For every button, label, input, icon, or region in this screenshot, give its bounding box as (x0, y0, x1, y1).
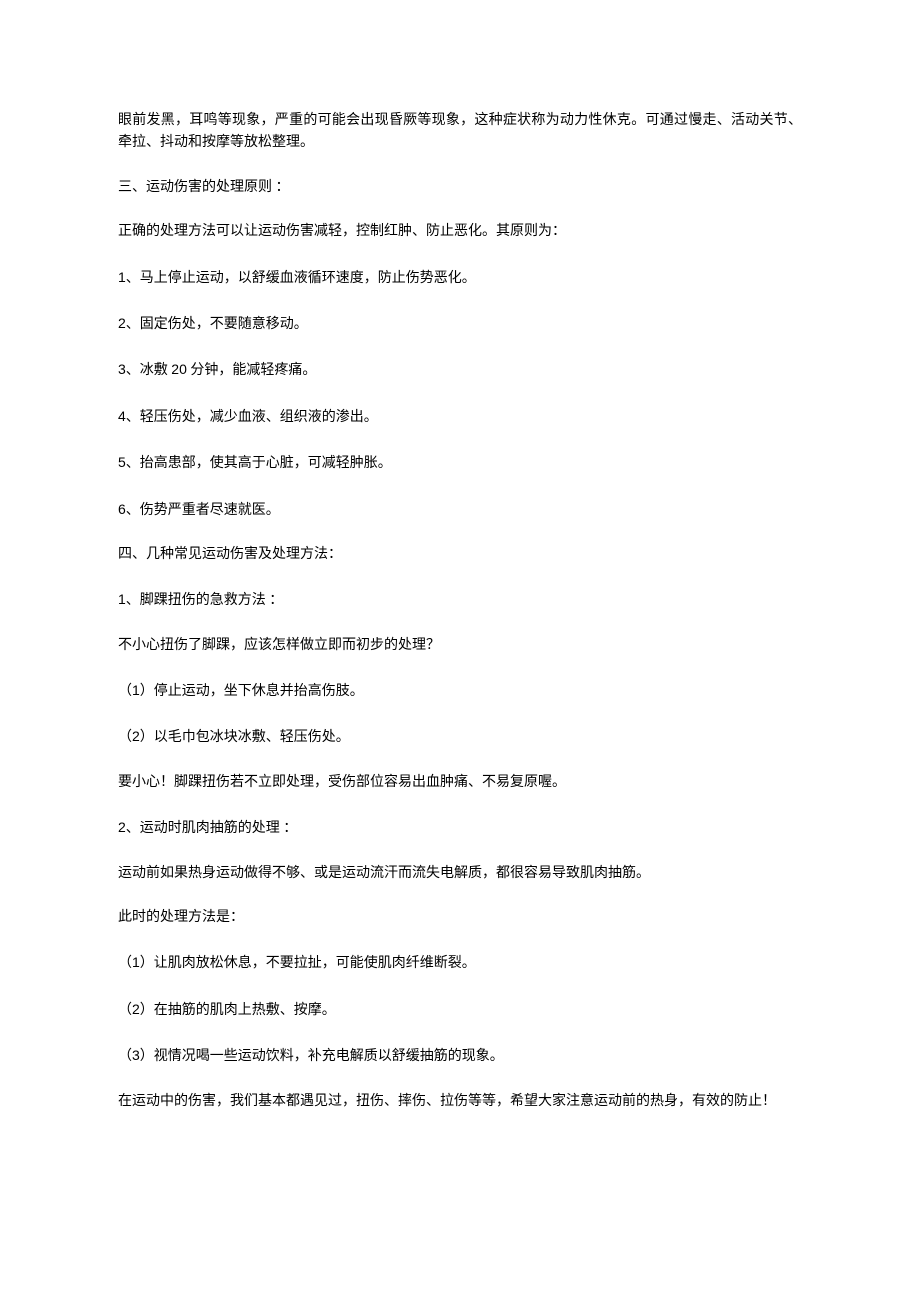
document-body: 眼前发黑，耳鸣等现象，严重的可能会出现昏厥等现象，这种症状称为动力性休克。可通过… (118, 110, 802, 1113)
number-text: 2 (118, 315, 126, 331)
paragraph: 4、轻压伤处，减少血液、组织液的渗出。 (118, 405, 802, 429)
body-text: 、脚踝扭伤的急救方法 ： (126, 593, 284, 608)
paragraph: 3、冰敷 20 分钟，能减轻疼痛。 (118, 358, 802, 382)
body-text: （ (118, 1049, 132, 1064)
number-text: 1 (118, 269, 126, 285)
paragraph: 三、运动伤害的处理原则 ： (118, 177, 802, 199)
number-text: 1 (118, 591, 126, 607)
body-text: ）停止运动，坐下休息并抬高伤肢。 (140, 684, 364, 699)
paragraph: 5、抬高患部，使其高于心脏，可减轻肿胀。 (118, 451, 802, 475)
body-text: 四、几种常见运动伤害及处理方法： (118, 547, 342, 562)
paragraph: 2、固定伤处，不要随意移动。 (118, 312, 802, 336)
paragraph: 在运动中的伤害，我们基本都遇见过，扭伤、摔伤、拉伤等等，希望大家注意运动前的热身… (118, 1091, 802, 1113)
body-text: 分钟，能减轻疼痛。 (187, 363, 317, 378)
body-text: 眼前发黑，耳鸣等现象，严重的可能会出现昏厥等现象，这种症状称为动力性休克。可通过… (118, 113, 802, 150)
paragraph: （1）让肌肉放松休息，不要拉扯，可能使肌肉纤维断裂。 (118, 951, 802, 975)
body-text: ）以毛巾包冰块冰敷、轻压伤处。 (140, 730, 350, 745)
paragraph: 不小心扭伤了脚踝，应该怎样做立即而初步的处理？ (118, 635, 802, 657)
number-text: 2 (118, 819, 126, 835)
body-text: 三、运动伤害的处理原则 ： (118, 180, 290, 195)
body-text: 、抬高患部，使其高于心脏，可减轻肿胀。 (126, 456, 392, 471)
paragraph: （2）以毛巾包冰块冰敷、轻压伤处。 (118, 725, 802, 749)
paragraph: 1、马上停止运动，以舒缓血液循环速度，防止伤势恶化。 (118, 266, 802, 290)
body-text: 在运动中的伤害，我们基本都遇见过，扭伤、摔伤、拉伤等等，希望大家注意运动前的热身… (118, 1094, 776, 1109)
paragraph: 要小心！脚踝扭伤若不立即处理，受伤部位容易出血肿痛、不易复原喔。 (118, 772, 802, 794)
paragraph: 眼前发黑，耳鸣等现象，严重的可能会出现昏厥等现象，这种症状称为动力性休克。可通过… (118, 110, 802, 155)
body-text: 、伤势严重者尽速就医。 (126, 503, 280, 518)
paragraph: 运动前如果热身运动做得不够、或是运动流汗而流失电解质，都很容易导致肌肉抽筋。 (118, 863, 802, 885)
paragraph: 四、几种常见运动伤害及处理方法： (118, 544, 802, 566)
body-text: 不小心扭伤了脚踝，应该怎样做立即而初步的处理？ (118, 638, 440, 653)
paragraph: （2）在抽筋的肌肉上热敷、按摩。 (118, 998, 802, 1022)
body-text: （ (118, 684, 132, 699)
body-text: 运动前如果热身运动做得不够、或是运动流汗而流失电解质，都很容易导致肌肉抽筋。 (118, 866, 650, 881)
body-text: 此时的处理方法是： (118, 910, 244, 925)
body-text: （ (118, 730, 132, 745)
paragraph: 1、脚踝扭伤的急救方法 ： (118, 588, 802, 612)
body-text: 、运动时肌肉抽筋的处理 ： (126, 821, 298, 836)
body-text: （ (118, 1003, 132, 1018)
paragraph: 6、伤势严重者尽速就医。 (118, 498, 802, 522)
number-text: 1 (132, 682, 140, 698)
number-text: 5 (118, 454, 126, 470)
number-text: 2 (132, 1001, 140, 1017)
paragraph: （3）视情况喝一些运动饮料，补充电解质以舒缓抽筋的现象。 (118, 1044, 802, 1068)
paragraph: 此时的处理方法是： (118, 907, 802, 929)
body-text: 、轻压伤处，减少血液、组织液的渗出。 (126, 410, 378, 425)
number-text: 3 (118, 361, 126, 377)
body-text: 正确的处理方法可以让运动伤害减轻，控制红肿、防止恶化。其原则为： (118, 224, 566, 239)
number-text: 2 (132, 728, 140, 744)
body-text: 、冰敷 (126, 363, 172, 378)
number-text: 6 (118, 501, 126, 517)
body-text: 、固定伤处，不要随意移动。 (126, 317, 308, 332)
body-text: 、马上停止运动，以舒缓血液循环速度，防止伤势恶化。 (126, 271, 476, 286)
paragraph: （1）停止运动，坐下休息并抬高伤肢。 (118, 679, 802, 703)
body-text: ）让肌肉放松休息，不要拉扯，可能使肌肉纤维断裂。 (140, 956, 476, 971)
body-text: ）在抽筋的肌肉上热敷、按摩。 (140, 1003, 336, 1018)
number-text: 20 (171, 361, 187, 377)
body-text: （ (118, 956, 132, 971)
body-text: 要小心！脚踝扭伤若不立即处理，受伤部位容易出血肿痛、不易复原喔。 (118, 775, 566, 790)
number-text: 3 (132, 1047, 140, 1063)
number-text: 1 (132, 954, 140, 970)
number-text: 4 (118, 408, 126, 424)
paragraph: 2、运动时肌肉抽筋的处理 ： (118, 816, 802, 840)
paragraph: 正确的处理方法可以让运动伤害减轻，控制红肿、防止恶化。其原则为： (118, 221, 802, 243)
body-text: ）视情况喝一些运动饮料，补充电解质以舒缓抽筋的现象。 (140, 1049, 504, 1064)
